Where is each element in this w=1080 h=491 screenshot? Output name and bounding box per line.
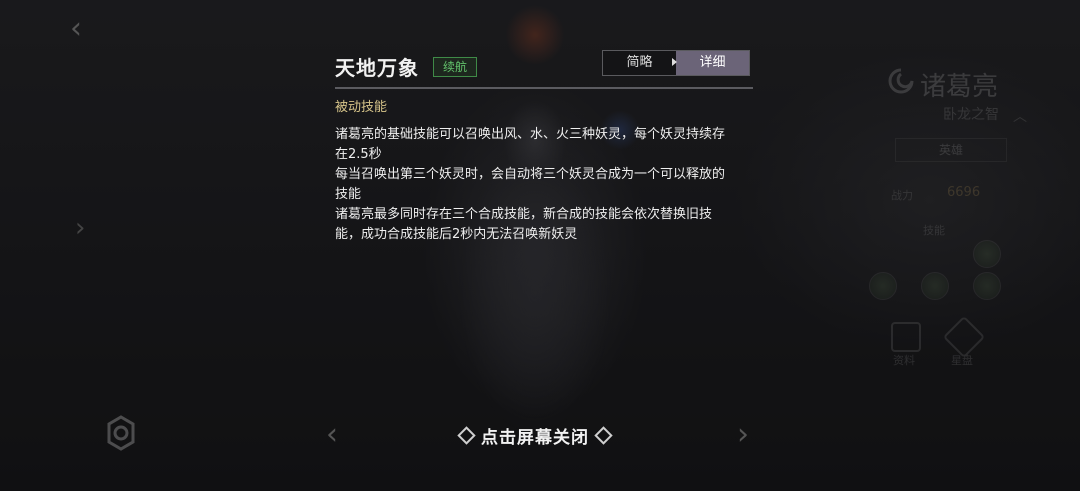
next-chevron-icon[interactable]: › [737,420,749,450]
modal-overlay[interactable] [0,0,1080,491]
back-chevron-icon[interactable]: ‹ [70,14,82,44]
close-hint-text: 点击屏幕关闭 [481,427,589,448]
skill-type-label: 被动技能 [335,100,388,115]
description-line: 能，成功合成技能后2秒内无法召唤新妖灵 [335,227,578,242]
description-line: 每当召唤出第三个妖灵时，会自动将三个妖灵合成为一个可以释放的 [335,167,726,182]
tab-detailed[interactable]: 详细 [676,51,749,75]
description-line: 诸葛亮最多同时存在三个合成技能，新合成的技能会依次替换旧技 [335,207,713,222]
skill-tag-badge: 续航 [433,57,478,77]
diamond-icon [457,425,476,445]
skill-name: 天地万象 [335,56,419,80]
description-line: 诸葛亮的基础技能可以召唤出风、水、火三种妖灵，每个妖灵持续存 [335,127,726,142]
chevron-right-icon[interactable]: › [75,215,85,241]
description-line: 技能 [335,187,362,202]
diamond-icon [594,425,613,445]
tab-caret-icon [672,58,677,66]
description-line: 在2.5秒 [335,147,382,162]
gear-icon[interactable] [103,415,139,451]
previous-chevron-icon[interactable]: ‹ [326,420,338,450]
skill-description: 诸葛亮的基础技能可以召唤出风、水、火三种妖灵，每个妖灵持续存 在2.5秒 每当召… [335,125,753,245]
tab-brief[interactable]: 简略 [603,51,676,75]
tap-to-close-button[interactable]: 点击屏幕关闭 [457,423,613,448]
divider [335,87,753,89]
